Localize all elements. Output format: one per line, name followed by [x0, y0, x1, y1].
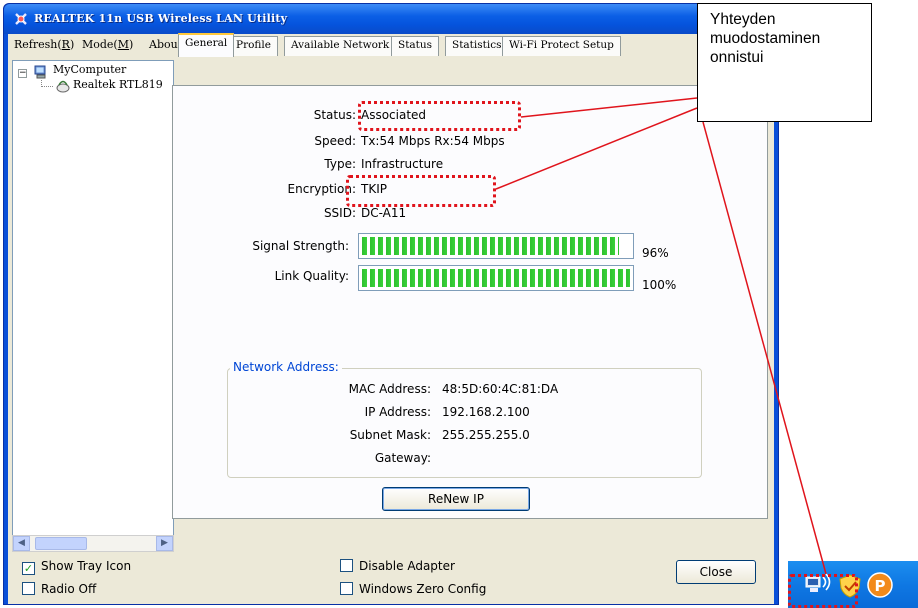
callout-line-3: onnistui: [710, 49, 764, 66]
show-tray-icon-checkbox[interactable]: ✓ Show Tray Icon: [22, 559, 131, 575]
windows-zero-config-checkbox[interactable]: Windows Zero Config: [340, 582, 486, 596]
device-tree[interactable]: − MyComputer Realtek RTL819: [12, 60, 174, 550]
signal-strength-bar: [358, 233, 634, 259]
link-quality-label: Link Quality:: [274, 269, 349, 283]
link-quality-fill: [362, 269, 630, 287]
link-quality-bar: [358, 265, 634, 291]
mac-address-value: 48:5D:60:4C:81:DA: [442, 382, 559, 396]
tab-status[interactable]: Status: [391, 36, 440, 56]
tray-highlight: [788, 574, 858, 608]
window-title: REALTEK 11n USB Wireless LAN Utility: [34, 12, 288, 25]
tree-horizontal-scrollbar[interactable]: ◀ ▶: [12, 535, 174, 552]
ip-address-value: 192.168.2.100: [442, 405, 530, 419]
p-tray-icon[interactable]: P: [866, 571, 894, 599]
scroll-left-button[interactable]: ◀: [13, 536, 30, 551]
signal-strength-label: Signal Strength:: [252, 239, 349, 253]
tree-expander[interactable]: −: [18, 69, 27, 78]
ssid-value: DC-A11: [361, 206, 407, 220]
network-address-title: Network Address:: [230, 360, 342, 374]
tab-general[interactable]: General: [178, 33, 235, 57]
encryption-highlight: [346, 175, 496, 207]
menu-refresh-key: R: [61, 38, 70, 51]
title-bar[interactable]: REALTEK 11n USB Wireless LAN Utility: [4, 4, 778, 34]
radio-off-checkbox[interactable]: Radio Off: [22, 582, 96, 596]
ssid-label: SSID:: [323, 206, 356, 220]
tab-wifi-protect-setup[interactable]: Wi-Fi Protect Setup: [502, 36, 621, 56]
callout-line-1: Yhteyden: [710, 11, 776, 28]
ip-address-label: IP Address:: [364, 405, 431, 419]
close-button[interactable]: Close: [676, 560, 756, 584]
radio-off-box[interactable]: [22, 582, 35, 595]
menu-mode-tail: ): [129, 38, 134, 51]
status-label: Status:: [313, 108, 356, 122]
signal-strength-percent: 96%: [642, 246, 669, 260]
menu-refresh[interactable]: Refresh(R): [14, 38, 74, 51]
type-value: Infrastructure: [361, 157, 444, 171]
annotation-callout: Yhteyden muodostaminen onnistui: [697, 3, 872, 122]
callout-line-2: muodostaminen: [710, 30, 821, 47]
menu-mode-label: Mode(: [82, 38, 118, 51]
tree-connector: [41, 80, 53, 87]
tab-available-network[interactable]: Available Network: [284, 36, 397, 56]
svg-text:P: P: [875, 577, 886, 595]
adapter-icon: [56, 80, 70, 93]
show-tray-icon-box[interactable]: ✓: [22, 562, 35, 575]
scroll-right-button[interactable]: ▶: [156, 536, 173, 551]
disable-adapter-checkbox[interactable]: Disable Adapter: [340, 559, 455, 573]
tab-profile[interactable]: Profile: [229, 36, 278, 56]
app-icon: [15, 13, 27, 25]
scroll-thumb[interactable]: [35, 537, 87, 550]
status-highlight: [358, 101, 521, 131]
renew-ip-button[interactable]: ReNew IP: [382, 487, 530, 511]
encryption-label: Encryption:: [287, 182, 356, 196]
radio-off-label: Radio Off: [41, 582, 97, 596]
tree-root-mycomputer[interactable]: MyComputer: [53, 63, 126, 76]
subnet-mask-value: 255.255.255.0: [442, 428, 530, 442]
gateway-label: Gateway:: [374, 451, 431, 465]
show-tray-icon-label: Show Tray Icon: [41, 559, 132, 573]
speed-label: Speed:: [314, 134, 356, 148]
windows-zero-config-box[interactable]: [340, 582, 353, 595]
signal-strength-fill: [362, 237, 620, 255]
menu-mode-key: M: [117, 38, 129, 51]
subnet-mask-label: Subnet Mask:: [349, 428, 431, 442]
menu-refresh-label: Refresh(: [14, 38, 62, 51]
type-label: Type:: [324, 157, 356, 171]
windows-zero-config-label: Windows Zero Config: [359, 582, 487, 596]
menu-mode[interactable]: Mode(M): [82, 38, 133, 51]
tree-item-adapter[interactable]: Realtek RTL819: [73, 78, 163, 91]
menu-refresh-tail: ): [69, 38, 75, 51]
disable-adapter-box[interactable]: [340, 559, 353, 572]
disable-adapter-label: Disable Adapter: [359, 559, 455, 573]
link-quality-percent: 100%: [642, 278, 677, 292]
tab-statistics[interactable]: Statistics: [445, 36, 509, 56]
computer-icon: [34, 65, 46, 79]
speed-value: Tx:54 Mbps Rx:54 Mbps: [361, 134, 505, 148]
mac-address-label: MAC Address:: [348, 382, 431, 396]
